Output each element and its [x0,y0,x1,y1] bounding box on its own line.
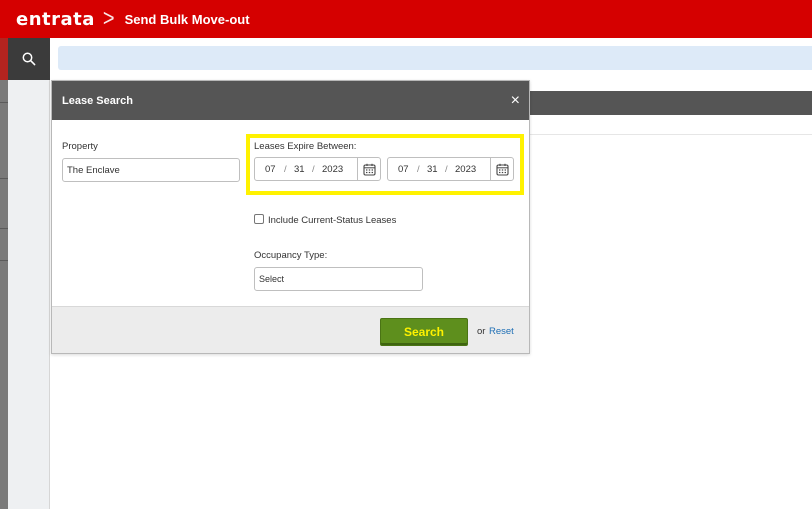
modal-title: Lease Search [62,94,133,107]
lease-expire-to-date[interactable]: 07 / 31 / 2023 [387,157,514,181]
modal-header: Lease Search × [52,81,529,120]
left-nav-divider [0,228,8,229]
search-button[interactable] [8,38,50,80]
results-header-bar [520,91,812,115]
modal-footer: Search or Reset [52,306,529,353]
content-divider [520,134,812,135]
to-day[interactable]: 31 [427,164,438,175]
to-month[interactable]: 07 [398,164,409,175]
occupancy-type-select[interactable]: Select [254,267,423,291]
to-calendar-button[interactable] [490,158,513,180]
page-title: Send Bulk Move-out [124,11,250,27]
calendar-icon [495,163,509,176]
include-current-checkbox[interactable] [254,214,264,224]
date-separator: / [445,164,448,175]
from-calendar-button[interactable] [357,158,380,180]
left-nav-active-tab [0,38,8,80]
lease-expire-from-date[interactable]: 07 / 31 / 2023 [254,157,381,181]
from-day[interactable]: 31 [294,164,305,175]
left-nav-strip [0,38,8,509]
date-separator: / [312,164,315,175]
left-nav-divider [0,260,8,261]
date-separator: / [284,164,287,175]
from-year[interactable]: 2023 [322,164,343,175]
search-icon [22,52,36,66]
search-button[interactable]: Search [380,318,468,346]
date-separator: / [417,164,420,175]
occupancy-select-value: Select [259,274,285,284]
entrata-logo[interactable]: entrata [16,9,95,30]
include-current-label[interactable]: Include Current-Status Leases [268,215,396,226]
to-year[interactable]: 2023 [455,164,476,175]
search-sidebar [8,38,50,509]
or-text: or [477,326,486,337]
occupancy-type-label: Occupancy Type: [254,250,328,261]
lease-search-modal: Lease Search × Property The Enclave Leas… [51,80,530,354]
property-select[interactable]: The Enclave [62,158,240,182]
left-nav-divider [0,178,8,179]
calendar-icon [362,163,376,176]
property-select-value: The Enclave [67,164,120,176]
close-icon[interactable]: × [511,92,520,109]
top-header: entrata > Send Bulk Move-out [0,0,812,38]
reset-link[interactable]: Reset [489,326,514,337]
breadcrumb-separator-icon: > [102,5,115,32]
main-search-field[interactable] [58,46,812,70]
property-label: Property [62,141,98,152]
left-nav-divider [0,102,8,103]
from-month[interactable]: 07 [265,164,276,175]
lease-expire-label: Leases Expire Between: [254,141,357,152]
